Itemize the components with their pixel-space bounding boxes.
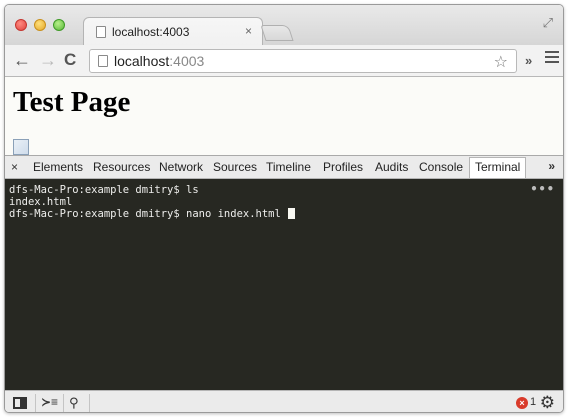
tab-close-icon[interactable]: × (245, 24, 252, 38)
tab-strip: localhost:4003 × ⤢ (5, 5, 563, 46)
url-port: :4003 (169, 53, 205, 69)
browser-toolbar: ← → C localhost:4003 ☆ » (5, 45, 563, 77)
new-tab-button[interactable] (260, 25, 294, 41)
menu-icon[interactable] (545, 51, 559, 65)
tab-terminal[interactable]: Terminal (469, 157, 527, 178)
close-window-button[interactable] (15, 19, 27, 31)
devtools-status-bar: ≻≡ ⚲ × 1 ⚙ (5, 390, 563, 412)
page-heading: Test Page (13, 86, 131, 118)
error-icon[interactable]: × (516, 397, 528, 409)
terminal-menu-button[interactable]: ••• (530, 183, 555, 195)
fullscreen-icon[interactable]: ⤢ (543, 15, 553, 31)
terminal-cursor (288, 208, 296, 219)
terminal-output[interactable]: dfs-Mac-Pro:example dmitry$ ls index.htm… (5, 179, 563, 390)
reload-button[interactable]: C (64, 51, 76, 69)
divider (63, 394, 64, 412)
terminal-line: dfs-Mac-Pro:example dmitry$ ls (9, 184, 199, 196)
tab-sources[interactable]: Sources (213, 160, 257, 174)
tab-title: localhost:4003 (112, 25, 190, 39)
devtools-more-tabs-button[interactable]: » (548, 159, 555, 173)
tab-audits[interactable]: Audits (375, 160, 408, 174)
divider (35, 394, 36, 412)
divider (89, 394, 90, 412)
url-text[interactable]: localhost:4003 (114, 53, 204, 69)
terminal-line: dfs-Mac-Pro:example dmitry$ nano index.h… (9, 208, 559, 220)
gear-icon[interactable]: ⚙ (540, 393, 555, 412)
tab-resources[interactable]: Resources (93, 160, 150, 174)
back-button[interactable]: ← (13, 51, 31, 69)
page-viewport: Test Page (5, 78, 563, 155)
zoom-window-button[interactable] (53, 19, 65, 31)
devtools-close-icon[interactable]: × (11, 160, 18, 174)
devtools-panel: × Elements Resources Network Sources Tim… (5, 155, 563, 412)
tab-elements[interactable]: Elements (33, 160, 83, 174)
bookmark-star-icon[interactable]: ☆ (494, 52, 508, 72)
url-host: localhost (114, 53, 170, 69)
extensions-overflow-button[interactable]: » (525, 53, 532, 68)
forward-button[interactable]: → (39, 51, 57, 69)
tab-console[interactable]: Console (419, 160, 463, 174)
devtools-tab-bar: × Elements Resources Network Sources Tim… (5, 155, 563, 179)
tab-timeline[interactable]: Timeline (266, 160, 311, 174)
error-count[interactable]: 1 (530, 396, 536, 408)
minimize-window-button[interactable] (34, 19, 46, 31)
page-icon (96, 26, 106, 38)
page-icon (98, 55, 108, 67)
broken-image-icon (13, 139, 29, 155)
console-drawer-icon[interactable]: ≻≡ (41, 395, 58, 409)
address-bar[interactable]: localhost:4003 ☆ (89, 49, 517, 73)
dock-side-icon[interactable] (13, 397, 27, 409)
browser-window: localhost:4003 × ⤢ ← → C localhost:4003 … (4, 4, 564, 413)
terminal-command: dfs-Mac-Pro:example dmitry$ nano index.h… (9, 208, 281, 220)
terminal-line: index.html (9, 196, 73, 208)
tab-network[interactable]: Network (159, 160, 203, 174)
browser-tab[interactable]: localhost:4003 × (83, 17, 263, 46)
tab-profiles[interactable]: Profiles (323, 160, 363, 174)
search-icon[interactable]: ⚲ (69, 395, 79, 411)
